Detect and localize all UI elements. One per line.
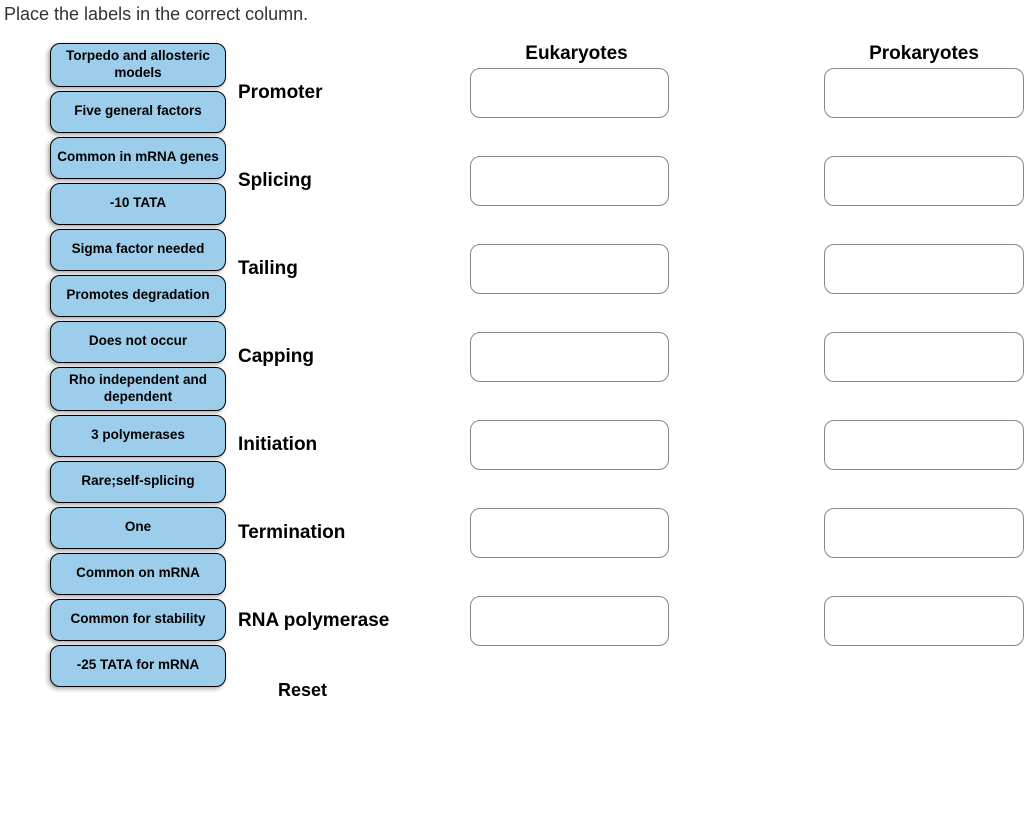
row-label-initiation: Initiation <box>230 434 450 456</box>
draggable-label[interactable]: -10 TATA <box>50 183 226 225</box>
draggable-label[interactable]: Common in mRNA genes <box>50 137 226 179</box>
drop-target-prokaryotes-initiation[interactable] <box>824 420 1024 470</box>
draggable-label[interactable]: -25 TATA for mRNA <box>50 645 226 687</box>
draggable-label[interactable]: Common on mRNA <box>50 553 226 595</box>
drop-target-prokaryotes-splicing[interactable] <box>824 156 1024 206</box>
draggable-label[interactable]: Rare;self-splicing <box>50 461 226 503</box>
category-row: Tailing <box>230 243 1024 295</box>
reset-button[interactable]: Reset <box>230 680 327 701</box>
drop-target-eukaryotes-initiation[interactable] <box>470 420 670 470</box>
drop-target-eukaryotes-capping[interactable] <box>470 332 670 382</box>
drop-target-eukaryotes-splicing[interactable] <box>470 156 670 206</box>
drop-grid: Eukaryotes Prokaryotes Promoter Splicing… <box>230 43 1024 701</box>
category-row: Promoter <box>230 67 1024 119</box>
draggable-label[interactable]: Five general factors <box>50 91 226 133</box>
drop-target-prokaryotes-tailing[interactable] <box>824 244 1024 294</box>
draggable-label[interactable]: Sigma factor needed <box>50 229 226 271</box>
drop-target-eukaryotes-promoter[interactable] <box>470 68 670 118</box>
draggable-label[interactable]: Promotes degradation <box>50 275 226 317</box>
category-row: Termination <box>230 507 1024 559</box>
category-row: Splicing <box>230 155 1024 207</box>
column-header-prokaryotes: Prokaryotes <box>824 43 1024 65</box>
header-spacer <box>230 43 449 65</box>
category-row: Capping <box>230 331 1024 383</box>
drop-target-eukaryotes-rna-polymerase[interactable] <box>470 596 670 646</box>
drop-target-prokaryotes-promoter[interactable] <box>824 68 1024 118</box>
draggable-label[interactable]: 3 polymerases <box>50 415 226 457</box>
row-label-capping: Capping <box>230 346 450 368</box>
draggable-label[interactable]: Torpedo and allosteric models <box>50 43 226 87</box>
work-area: Torpedo and allosteric models Five gener… <box>0 43 1024 701</box>
column-headers: Eukaryotes Prokaryotes <box>230 43 1024 65</box>
drop-target-prokaryotes-termination[interactable] <box>824 508 1024 558</box>
draggable-label[interactable]: Does not occur <box>50 321 226 363</box>
header-gap <box>684 43 824 65</box>
row-label-termination: Termination <box>230 522 450 544</box>
category-row: RNA polymerase <box>230 595 1024 647</box>
category-row: Initiation <box>230 419 1024 471</box>
drop-target-prokaryotes-rna-polymerase[interactable] <box>824 596 1024 646</box>
labels-source-column: Torpedo and allosteric models Five gener… <box>50 43 226 687</box>
draggable-label[interactable]: Common for stability <box>50 599 226 641</box>
row-label-tailing: Tailing <box>230 258 450 280</box>
drop-target-prokaryotes-capping[interactable] <box>824 332 1024 382</box>
row-label-promoter: Promoter <box>230 82 450 104</box>
row-label-splicing: Splicing <box>230 170 450 192</box>
drop-target-eukaryotes-termination[interactable] <box>470 508 670 558</box>
draggable-label[interactable]: One <box>50 507 226 549</box>
column-header-eukaryotes: Eukaryotes <box>469 43 684 65</box>
instruction-text: Place the labels in the correct column. <box>0 0 1024 43</box>
drop-target-eukaryotes-tailing[interactable] <box>470 244 670 294</box>
draggable-label[interactable]: Rho independent and dependent <box>50 367 226 411</box>
row-label-rna-polymerase: RNA polymerase <box>230 610 450 632</box>
